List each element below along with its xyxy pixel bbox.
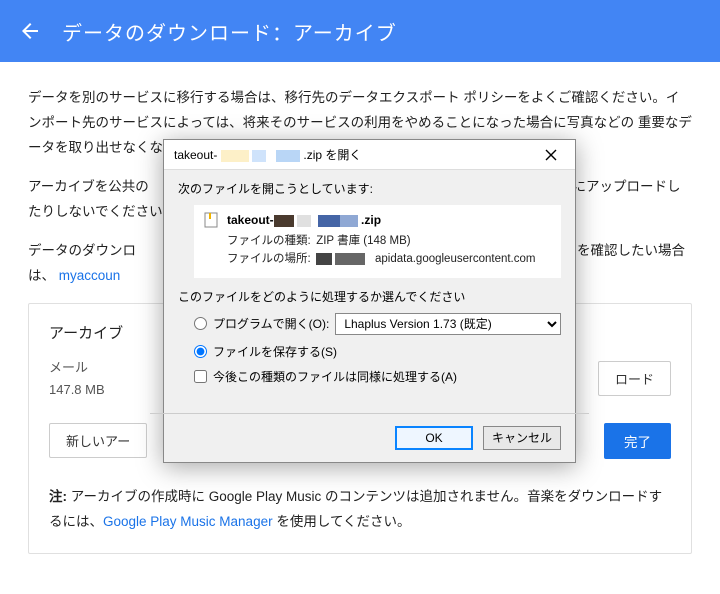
back-arrow-icon[interactable] (18, 19, 42, 43)
play-music-manager-link[interactable]: Google Play Music Manager (103, 514, 273, 529)
open-with-select[interactable]: Lhaplus Version 1.73 (既定) (335, 313, 561, 335)
page-title: データのダウンロード：アーカイブ (62, 17, 397, 46)
option-open-with[interactable]: プログラムで開く(O): Lhaplus Version 1.73 (既定) (194, 313, 561, 335)
dialog-file-info: takeout- .zip ファイルの種類: ZIP 書庫 (148 MB) フ… (194, 205, 561, 278)
dialog-file-type: ファイルの種類: ZIP 書庫 (148 MB) (203, 232, 552, 250)
file-open-dialog: takeout- .zip を開く 次のファイルを開こうとしています: take… (163, 139, 576, 463)
archive-footnote: 注: アーカイブの作成時に Google Play Music のコンテンツは追… (49, 485, 671, 535)
save-file-label: ファイルを保存する(S) (213, 343, 337, 360)
save-file-radio[interactable] (194, 345, 207, 358)
fileloc-value: apidata.googleusercontent.com (375, 253, 535, 265)
dialog-subtitle: 次のファイルを開こうとしています: (178, 180, 561, 197)
archive-mail-size: 147.8 MB (49, 379, 105, 401)
option-save-file[interactable]: ファイルを保存する(S) (194, 343, 561, 360)
page-header: データのダウンロード：アーカイブ (0, 0, 720, 62)
zip-file-icon (203, 212, 219, 228)
redacted-block (340, 215, 358, 227)
new-archive-button[interactable]: 新しいアー (49, 423, 147, 458)
dialog-file-location: ファイルの場所: apidata.googleusercontent.com (203, 250, 552, 268)
fn-a: takeout- (227, 213, 274, 227)
para2-a: アーカイブを公共の (28, 179, 149, 194)
dlg-title-b: .zip を開く (303, 148, 361, 162)
redacted-block (297, 215, 311, 227)
redacted-block (318, 215, 340, 227)
redacted-block (276, 150, 300, 162)
redacted-block (221, 150, 249, 162)
filetype-label: ファイルの種類: (227, 232, 313, 250)
open-with-radio[interactable] (194, 317, 207, 330)
dialog-button-bar: OK キャンセル (164, 414, 575, 462)
note-prefix: 注: (49, 489, 67, 504)
done-button[interactable]: 完了 (604, 423, 671, 459)
open-with-label: プログラムで開く(O): (213, 315, 329, 332)
note-b: を使用してください。 (273, 514, 411, 529)
close-icon[interactable] (535, 143, 567, 167)
myaccount-link[interactable]: myaccoun (59, 268, 121, 283)
filetype-value: ZIP 書庫 (148 MB) (316, 235, 410, 247)
download-button[interactable]: ロード (598, 361, 671, 396)
archive-mail-label: メール (49, 357, 105, 379)
redacted-block (252, 150, 266, 162)
cancel-button[interactable]: キャンセル (483, 426, 561, 450)
redacted-block (316, 253, 332, 265)
dialog-options: プログラムで開く(O): Lhaplus Version 1.73 (既定) フ… (178, 313, 561, 360)
option-remember[interactable]: 今後この種類のファイルは同様に処理する(A) (194, 368, 561, 385)
dlg-title-a: takeout- (174, 148, 217, 162)
dialog-filename: takeout- .zip (227, 213, 381, 227)
dialog-title: takeout- .zip を開く (174, 146, 535, 163)
ok-button[interactable]: OK (395, 426, 473, 450)
remember-label: 今後この種類のファイルは同様に処理する(A) (213, 368, 457, 385)
redacted-block (274, 215, 294, 227)
remember-checkbox[interactable] (194, 370, 207, 383)
fn-b: .zip (361, 213, 381, 227)
dialog-body: 次のファイルを開こうとしています: takeout- .zip ファイルの種類:… (164, 170, 575, 413)
dialog-question: このファイルをどのように処理するか選んでください (178, 288, 561, 305)
para3-a: データのダウンロ (28, 243, 136, 258)
redacted-block (335, 253, 365, 265)
dialog-titlebar: takeout- .zip を開く (164, 140, 575, 170)
fileloc-label: ファイルの場所: (227, 250, 313, 268)
